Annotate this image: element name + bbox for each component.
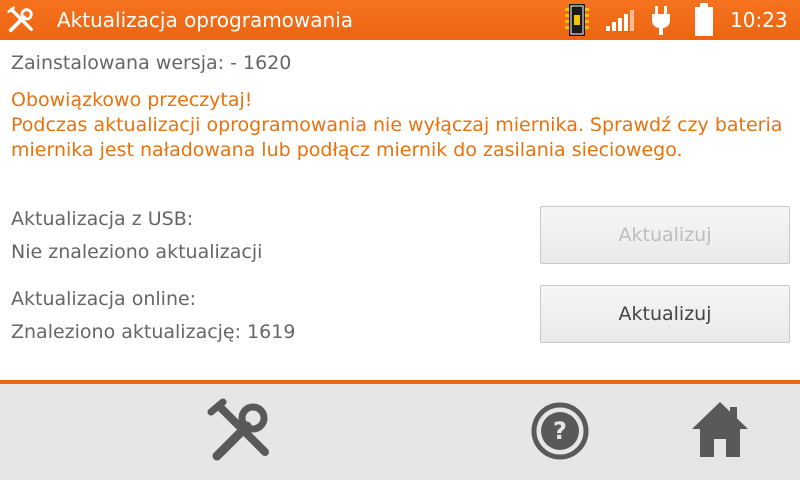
online-update-status: Znaleziono aktualizację: 1619 (11, 321, 296, 343)
online-update-label: Aktualizacja online: (11, 288, 197, 310)
usb-update-label: Aktualizacja z USB: (11, 208, 194, 230)
usb-update-button[interactable]: Aktualizuj (540, 206, 790, 264)
tools-icon (7, 6, 33, 33)
page-title: Aktualizacja oprogramowania (57, 8, 354, 32)
online-update-button[interactable]: Aktualizuj (540, 285, 790, 343)
clock: 10:23 (730, 8, 788, 32)
content-panel: Zainstalowana wersja: - 1620 Obowiązkowo… (0, 40, 800, 380)
warning-heading: Obowiązkowo przeczytaj! (11, 89, 253, 111)
usb-update-status: Nie znaleziono aktualizacji (11, 241, 263, 263)
installed-version: Zainstalowana wersja: - 1620 (11, 52, 292, 74)
warning-message: Obowiązkowo przeczytaj! Podczas aktualiz… (11, 88, 800, 163)
warning-text: Podczas aktualizacji oprogramowania nie … (11, 114, 783, 161)
tools-icon[interactable] (205, 396, 275, 466)
svg-text:?: ? (553, 417, 567, 445)
help-icon[interactable]: ? (530, 401, 590, 461)
footer-toolbar: ? (0, 384, 800, 480)
home-icon[interactable] (690, 399, 750, 461)
signal-icon (606, 10, 634, 31)
title-bar: Aktualizacja oprogramowania 10:23 (0, 0, 800, 40)
memory-card-icon (565, 4, 589, 36)
plug-icon (652, 6, 670, 35)
battery-icon (695, 3, 713, 36)
